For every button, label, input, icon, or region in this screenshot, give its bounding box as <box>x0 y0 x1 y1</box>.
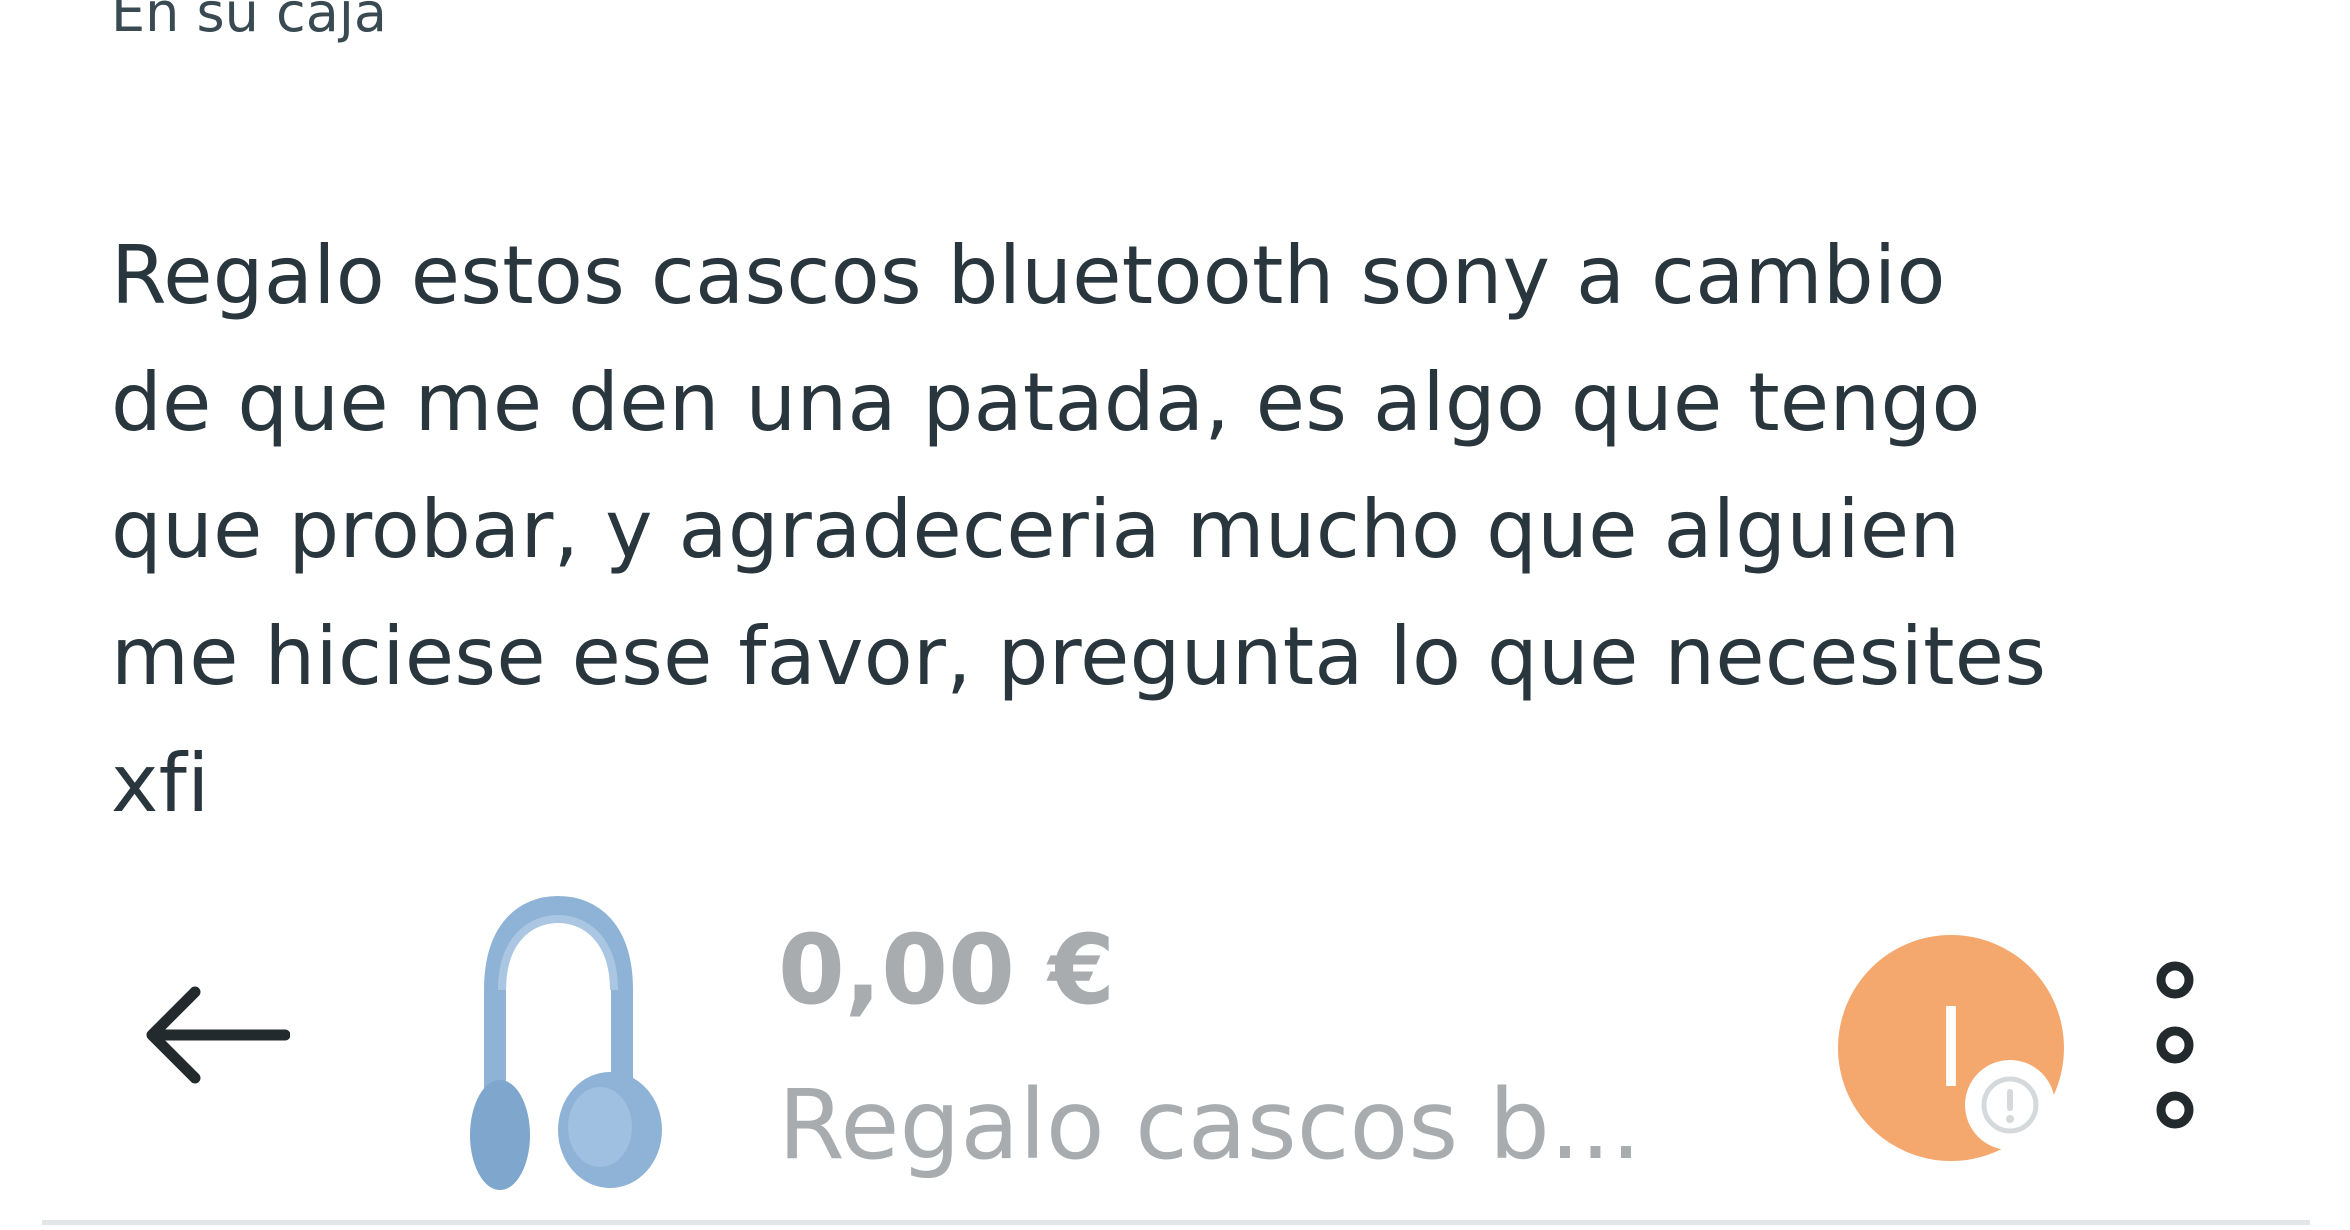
item-title: Regalo cascos b... <box>778 1069 1642 1181</box>
more-options-button[interactable] <box>2125 950 2225 1140</box>
item-price: 0,00 € <box>778 914 1116 1026</box>
headphones-icon <box>470 895 662 1190</box>
back-button[interactable] <box>130 970 300 1100</box>
more-vertical-icon <box>2156 961 2194 1129</box>
description-line: de que me den una patada, es algo que te… <box>111 356 1981 449</box>
arrow-left-icon <box>146 986 290 1084</box>
warning-icon <box>1981 1076 2039 1134</box>
description-line: me hiciese ese favor, pregunta lo que ne… <box>111 610 2047 703</box>
product-thumbnail[interactable] <box>440 895 680 1195</box>
condition-label: En su caja <box>111 0 387 44</box>
description-line: Regalo estos cascos bluetooth sony a cam… <box>111 229 1946 322</box>
avatar-badge <box>1965 1060 2055 1150</box>
divider <box>42 1220 2310 1225</box>
description-line: que probar, y agradeceria mucho que algu… <box>111 483 1961 576</box>
item-description: Regalo estos cascos bluetooth sony a cam… <box>111 212 2231 847</box>
description-line: xfi <box>111 737 210 830</box>
